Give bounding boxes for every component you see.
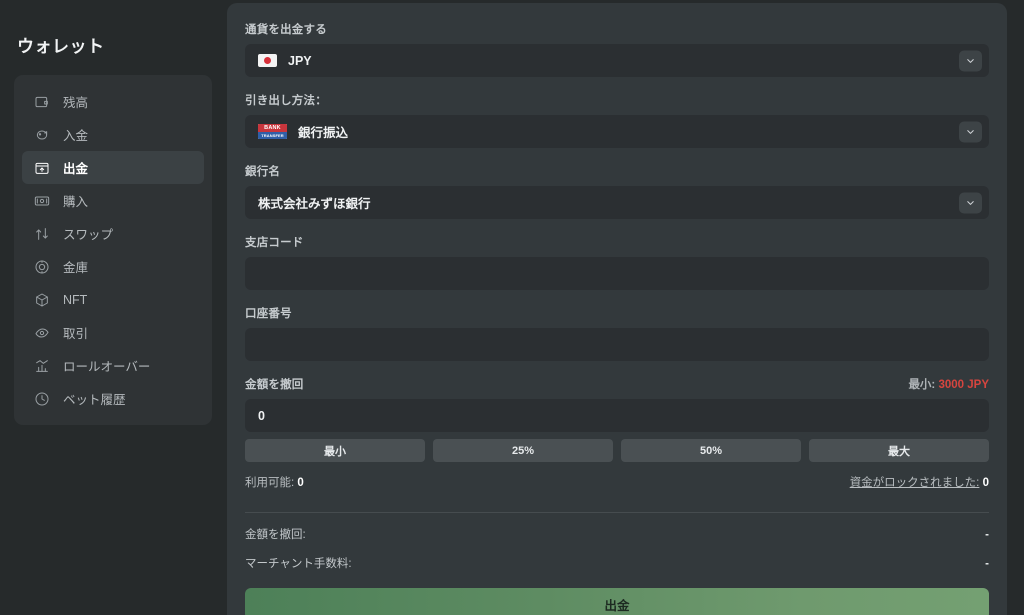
quick-amount-50-button[interactable]: 50%: [621, 439, 801, 462]
sidebar-item-label: 入金: [63, 129, 89, 143]
sidebar-item-label: NFT: [63, 292, 88, 307]
quick-amount-buttons: 最小 25% 50% 最大: [245, 439, 989, 462]
account-number-label: 口座番号: [245, 308, 292, 320]
sidebar-item-withdraw[interactable]: 出金: [22, 151, 204, 184]
swap-icon: [33, 225, 50, 242]
sidebar-item-rollover[interactable]: ロールオーバー: [22, 349, 204, 382]
quick-amount-max-button[interactable]: 最大: [809, 439, 989, 462]
minimum-prefix: 最小:: [908, 379, 936, 391]
summary-label: マーチャント手数料:: [245, 558, 352, 570]
withdraw-icon: [33, 159, 50, 176]
summary-row-amount: 金額を撤回: -: [245, 526, 989, 542]
branch-code-input[interactable]: [245, 257, 989, 290]
sidebar-item-vault[interactable]: 金庫: [22, 250, 204, 283]
balance-row: 利用可能: 0 資金がロックされました: 0: [245, 474, 989, 490]
chevron-down-icon[interactable]: [959, 192, 982, 213]
currency-select[interactable]: JPY: [245, 44, 989, 77]
sidebar-item-label: ロールオーバー: [63, 360, 151, 374]
currency-label: 通貨を出金する: [245, 24, 327, 36]
method-value: 銀行振込: [298, 126, 349, 140]
bank-name-value: 株式会社みずほ銀行: [258, 197, 371, 211]
sidebar-item-buy[interactable]: 購入: [22, 184, 204, 217]
bank-name-label: 銀行名: [245, 166, 281, 178]
locked-funds-value: 0: [982, 477, 989, 489]
sidebar-item-trade[interactable]: 取引: [22, 316, 204, 349]
piggy-bank-icon: [33, 126, 50, 143]
flag-jp-icon: [258, 54, 277, 67]
trade-icon: [33, 324, 50, 341]
sidebar-item-label: 残高: [63, 96, 89, 110]
sidebar-item-label: ベット履歴: [63, 393, 126, 407]
branch-code-label: 支店コード: [245, 237, 304, 249]
amount-label: 金額を撤回: [245, 379, 304, 391]
vault-icon: [33, 258, 50, 275]
sidebar-item-nft[interactable]: NFT: [22, 283, 204, 316]
bank-logo-top: BANK: [258, 124, 287, 132]
sidebar-item-label: 取引: [63, 327, 89, 341]
summary-value: -: [985, 529, 989, 541]
sidebar-title: ウォレット: [17, 37, 105, 56]
cube-icon: [33, 291, 50, 308]
sidebar-item-label: 出金: [63, 162, 89, 176]
amount-input[interactable]: [245, 399, 989, 432]
available-balance-value: 0: [297, 477, 304, 489]
locked-funds: 資金がロックされました: 0: [850, 474, 989, 490]
clock-icon: [33, 390, 50, 407]
bank-logo-bottom: TRANSFER: [258, 131, 287, 139]
sidebar-item-label: 購入: [63, 195, 89, 209]
sidebar-item-bet-history[interactable]: ベット履歴: [22, 382, 204, 415]
method-label: 引き出し方法：: [245, 95, 327, 107]
chevron-down-icon[interactable]: [959, 121, 982, 142]
bank-transfer-icon: BANK TRANSFER: [258, 124, 287, 139]
available-balance: 利用可能: 0: [245, 474, 304, 490]
quick-amount-min-button[interactable]: 最小: [245, 439, 425, 462]
sidebar-nav: 残高 入金 出金 購入 スワップ 金庫 NFT 取引 ロールオーバー ベット履歴: [14, 75, 212, 425]
available-balance-label: 利用可能:: [245, 477, 295, 489]
sidebar-item-swap[interactable]: スワップ: [22, 217, 204, 250]
bar-chart-icon: [33, 357, 50, 374]
sidebar-item-balance[interactable]: 残高: [22, 85, 204, 118]
wallet-sidebar: ウォレット 残高 入金 出金 購入 スワップ 金庫 NFT 取引 ロールオーバー…: [0, 0, 226, 615]
chevron-down-icon[interactable]: [959, 50, 982, 71]
bank-name-select[interactable]: 株式会社みずほ銀行: [245, 186, 989, 219]
locked-funds-label[interactable]: 資金がロックされました:: [850, 477, 980, 489]
account-number-input[interactable]: [245, 328, 989, 361]
sidebar-item-label: 金庫: [63, 261, 89, 275]
amount-label-row: 金額を撤回 最小: 3000 JPY: [245, 376, 989, 392]
minimum-value: 3000 JPY: [938, 379, 989, 391]
withdraw-panel: 通貨を出金する JPY 引き出し方法： BANK TRANSFER 銀行振込 銀…: [227, 3, 1007, 615]
summary-label: 金額を撤回:: [245, 529, 306, 541]
summary-divider: [245, 512, 989, 513]
sidebar-item-label: スワップ: [63, 228, 114, 242]
sidebar-item-deposit[interactable]: 入金: [22, 118, 204, 151]
summary-value: -: [985, 558, 989, 570]
banknote-icon: [33, 192, 50, 209]
quick-amount-25-button[interactable]: 25%: [433, 439, 613, 462]
wallet-icon: [33, 93, 50, 110]
method-select[interactable]: BANK TRANSFER 銀行振込: [245, 115, 989, 148]
currency-value: JPY: [288, 53, 312, 68]
minimum-note: 最小: 3000 JPY: [908, 376, 989, 392]
withdraw-submit-button[interactable]: 出金: [245, 588, 989, 615]
summary-row-fee: マーチャント手数料: -: [245, 555, 989, 571]
